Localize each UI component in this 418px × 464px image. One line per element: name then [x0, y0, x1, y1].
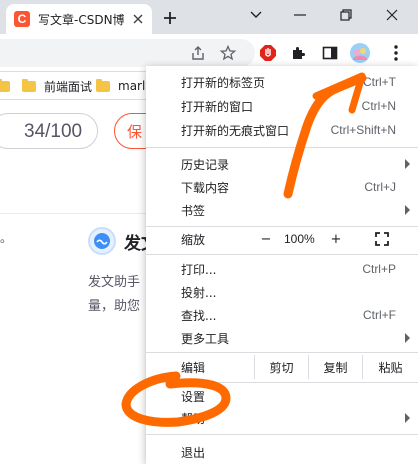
menu-item-label: 编辑	[181, 360, 206, 375]
menu-item-label: 帮助	[181, 411, 206, 426]
menu-item-settings[interactable]: 设置	[146, 384, 418, 408]
zoom-in-button[interactable]: +	[324, 227, 348, 251]
tab-close-icon[interactable]	[130, 11, 146, 27]
submenu-arrow-icon	[405, 205, 410, 215]
submenu-arrow-icon	[405, 413, 410, 423]
menu-separator	[146, 352, 418, 353]
menu-item-incognito[interactable]: 打开新的无痕式窗口 Ctrl+Shift+N	[146, 118, 418, 142]
bookmark-folder-partial[interactable]	[0, 77, 18, 95]
menu-item-zoom: 缩放 − 100% +	[146, 227, 418, 251]
menu-item-new-tab[interactable]: 打开新的标签页 Ctrl+T	[146, 70, 418, 94]
menu-item-downloads[interactable]: 下载内容 Ctrl+J	[146, 175, 418, 199]
menu-item-label: 退出	[181, 445, 206, 460]
text-fragment: 。	[0, 231, 13, 245]
zoom-out-button[interactable]: −	[254, 227, 278, 251]
menu-item-label: 投射...	[181, 285, 217, 300]
menu-separator	[146, 254, 418, 255]
save-draft-label: 保	[127, 122, 143, 141]
submenu-arrow-icon	[405, 333, 410, 343]
star-icon[interactable]	[214, 39, 242, 67]
tab-strip: C 写文章-CSDN博	[0, 0, 418, 34]
menu-item-label: 打开新的无痕式窗口	[181, 123, 290, 138]
menu-item-history[interactable]: 历史记录	[146, 152, 418, 176]
folder-icon	[22, 78, 36, 92]
side-panel-icon[interactable]	[316, 39, 344, 67]
menu-item-bookmarks[interactable]: 书签	[146, 198, 418, 222]
menu-item-label: 打开新的窗口	[181, 99, 254, 114]
active-tab[interactable]: C 写文章-CSDN博	[6, 4, 152, 34]
menu-item-new-window[interactable]: 打开新的窗口 Ctrl+N	[146, 94, 418, 118]
assistant-description: 发文助手	[88, 275, 141, 290]
csdn-favicon-icon: C	[14, 11, 30, 27]
bookmark-label: 前端面试	[44, 79, 93, 94]
menu-separator	[146, 434, 418, 435]
menu-item-shortcut: Ctrl+Shift+N	[330, 123, 396, 137]
adblock-extension-icon[interactable]	[254, 39, 282, 67]
folder-icon	[96, 78, 110, 92]
bookmark-folder-marl[interactable]: marl	[96, 77, 145, 95]
folder-icon	[0, 78, 10, 92]
menu-item-shortcut: Ctrl+P	[362, 262, 396, 276]
tab-search-chevron-icon[interactable]	[236, 0, 276, 30]
menu-item-label: 打开新的标签页	[181, 75, 266, 90]
bookmark-folder-interview[interactable]: 前端面试	[22, 77, 92, 95]
menu-item-label: 设置	[181, 389, 206, 404]
minimize-button[interactable]	[280, 0, 320, 30]
new-tab-button[interactable]	[158, 6, 182, 30]
menu-item-label: 缩放	[181, 232, 206, 247]
bookmark-label: marl	[118, 79, 146, 93]
assistant-description-line2: 量，助您	[88, 299, 141, 314]
menu-item-exit[interactable]: 退出	[146, 440, 418, 464]
menu-item-label: 历史记录	[181, 157, 230, 172]
kebab-menu-icon[interactable]	[382, 39, 410, 67]
chrome-main-menu: 打开新的标签页 Ctrl+T 打开新的窗口 Ctrl+N 打开新的无痕式窗口 C…	[146, 66, 418, 464]
menu-item-shortcut: Ctrl+F	[363, 308, 396, 322]
menu-item-label: 书签	[181, 203, 206, 218]
menu-separator	[146, 382, 418, 383]
puzzle-icon[interactable]	[284, 39, 312, 67]
menu-item-shortcut: Ctrl+N	[361, 99, 396, 113]
menu-item-label: 更多工具	[181, 331, 230, 346]
zoom-level: 100%	[284, 232, 315, 246]
close-window-button[interactable]	[372, 0, 412, 30]
menu-item-label: 下载内容	[181, 180, 230, 195]
assistant-icon	[88, 227, 116, 255]
edit-paste-button[interactable]: 粘贴	[363, 355, 418, 379]
menu-item-help[interactable]: 帮助	[146, 406, 418, 430]
menu-item-cast[interactable]: 投射...	[146, 280, 418, 304]
edit-copy-button[interactable]: 复制	[309, 355, 362, 379]
menu-item-edit: 编辑 剪切 复制 粘贴	[146, 355, 418, 379]
menu-item-print[interactable]: 打印... Ctrl+P	[146, 257, 418, 281]
menu-item-shortcut: Ctrl+T	[363, 75, 396, 89]
profile-avatar-icon[interactable]	[346, 39, 374, 67]
share-icon[interactable]	[184, 39, 212, 67]
menu-item-more-tools[interactable]: 更多工具	[146, 326, 418, 350]
fullscreen-icon[interactable]	[374, 231, 390, 247]
menu-item-shortcut: Ctrl+J	[364, 180, 396, 194]
menu-item-label: 打印...	[181, 262, 217, 277]
submenu-arrow-icon	[405, 159, 410, 169]
title-word-counter: 34/100	[24, 121, 83, 142]
menu-separator	[146, 147, 418, 148]
menu-item-label: 查找...	[181, 308, 217, 323]
edit-cut-button[interactable]: 剪切	[255, 355, 308, 379]
tab-title: 写文章-CSDN博	[38, 12, 125, 27]
menu-item-find[interactable]: 查找... Ctrl+F	[146, 303, 418, 327]
restore-button[interactable]	[326, 0, 366, 30]
